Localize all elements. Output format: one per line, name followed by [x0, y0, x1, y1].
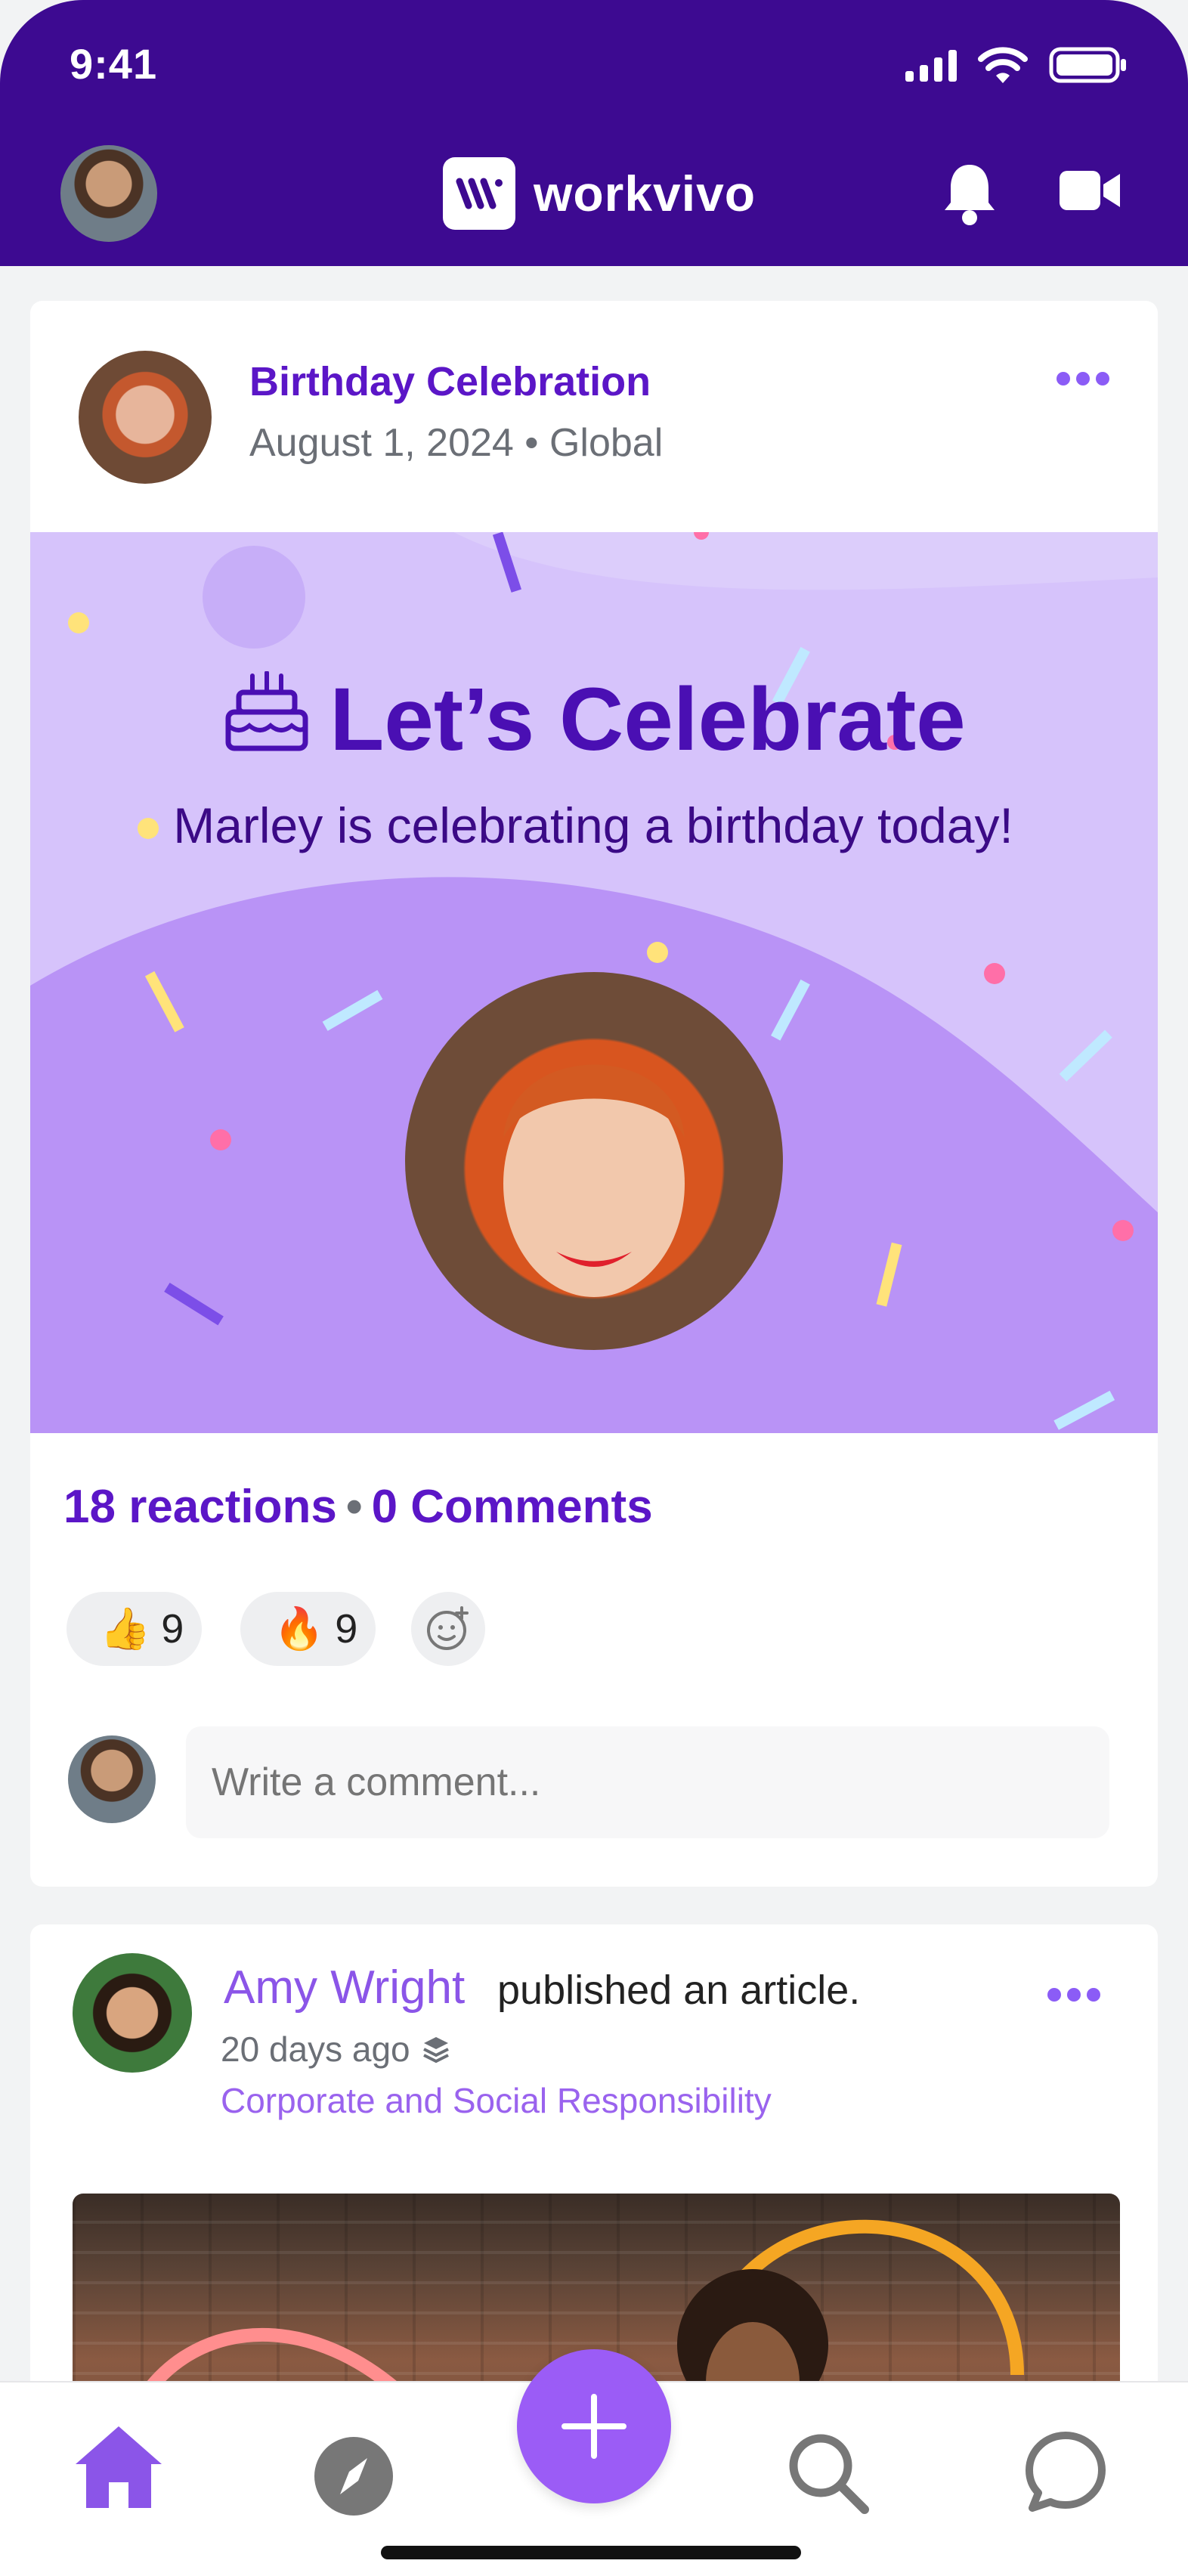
post-title[interactable]: Birthday Celebration	[249, 358, 651, 405]
create-post-button[interactable]	[517, 2349, 671, 2503]
post-author-avatar[interactable]	[79, 351, 212, 484]
fire-icon: 🔥	[274, 1605, 325, 1652]
banner-title-text: Let’s Celebrate	[329, 670, 966, 769]
article-author-avatar[interactable]	[73, 1953, 192, 2073]
celebrant-photo	[405, 972, 783, 1350]
video-camera-icon[interactable]	[1058, 166, 1123, 215]
signal-icon	[905, 48, 957, 82]
wifi-icon	[978, 47, 1028, 83]
post-date: August 1, 2024	[249, 421, 514, 465]
compass-icon[interactable]	[313, 2435, 394, 2517]
reaction-thumbs-up-chip[interactable]: 👍 9	[67, 1592, 203, 1666]
banner-subtitle: Marley is celebrating a birthday today!	[173, 797, 1013, 853]
reaction-fire-chip[interactable]: 🔥 9	[240, 1592, 376, 1666]
more-options-icon[interactable]	[1047, 1988, 1100, 2002]
add-reaction-button[interactable]	[411, 1592, 485, 1666]
reactions-count-link[interactable]: 18 reactions	[63, 1481, 337, 1533]
birthday-post-card: Birthday Celebration August 1, 2024 • Gl…	[30, 301, 1158, 1887]
celebration-banner: Let’s Celebrate Marley is celebrating a …	[30, 532, 1158, 1433]
more-options-icon[interactable]	[1057, 372, 1109, 385]
comments-count-link[interactable]: 0 Comments	[372, 1481, 653, 1533]
summary-separator: •	[345, 1481, 363, 1533]
article-action-text: published an article.	[497, 1968, 861, 2013]
status-time: 9:41	[70, 40, 158, 88]
layers-icon	[422, 2037, 449, 2064]
birthday-cake-icon	[225, 670, 308, 751]
meta-separator: •	[524, 421, 549, 465]
home-icon[interactable]	[71, 2422, 166, 2511]
reaction-count: 9	[335, 1606, 358, 1652]
status-icons	[905, 45, 1128, 85]
reaction-count: 9	[161, 1606, 184, 1652]
app-logo: workvivo	[443, 157, 756, 230]
article-time: 20 days ago	[221, 2029, 451, 2070]
home-indicator	[381, 2546, 801, 2559]
profile-avatar[interactable]	[60, 145, 157, 242]
article-author-name[interactable]: Amy Wright	[224, 1961, 465, 2014]
article-category-link[interactable]: Corporate and Social Responsibility	[221, 2080, 772, 2121]
reactions-summary: 18 reactions • 0 Comments	[63, 1480, 653, 1534]
battery-icon	[1049, 47, 1126, 83]
article-time-text: 20 days ago	[221, 2030, 410, 2069]
post-meta: August 1, 2024 • Global	[249, 420, 663, 466]
chat-icon[interactable]	[1023, 2429, 1108, 2514]
plus-icon	[562, 2394, 626, 2459]
search-icon[interactable]	[786, 2431, 871, 2516]
add-emoji-icon	[427, 1606, 469, 1650]
post-audience: Global	[549, 421, 664, 465]
workvivo-logo-icon	[443, 157, 515, 230]
banner-title: Let’s Celebrate	[30, 668, 1158, 771]
logo-text: workvivo	[534, 166, 756, 221]
notifications-bell-icon[interactable]	[942, 160, 998, 227]
commenter-avatar	[68, 1735, 156, 1823]
app-header: 9:41 workvivo	[0, 0, 1188, 266]
thumbs-up-icon: 👍	[100, 1605, 151, 1652]
comment-input[interactable]	[186, 1726, 1109, 1838]
